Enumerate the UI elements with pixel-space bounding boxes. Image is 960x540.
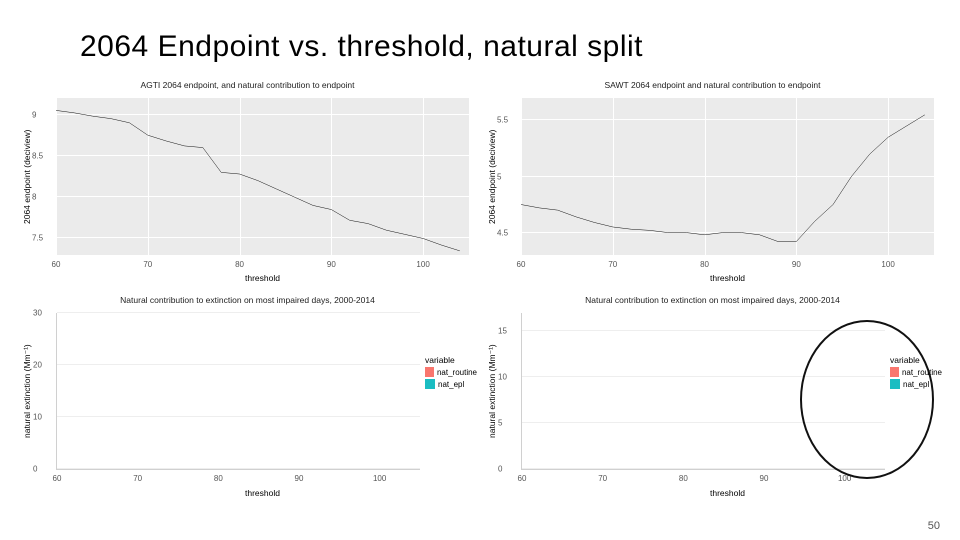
y-axis-label: natural extinction (Mm⁻¹) xyxy=(22,313,32,470)
x-axis-label: threshold xyxy=(56,488,469,498)
legend-title: variable xyxy=(425,355,477,365)
slide-root: 2064 Endpoint vs. threshold, natural spl… xyxy=(0,0,960,540)
x-axis-label: threshold xyxy=(56,273,469,283)
legend-item: nat_epl xyxy=(425,379,477,389)
swatch-icon xyxy=(425,367,434,377)
legend-label: nat_routine xyxy=(437,368,477,377)
page-number: 50 xyxy=(928,520,940,532)
swatch-icon xyxy=(425,379,435,389)
plot-area: 607080901007.588.59 xyxy=(56,98,469,255)
chart-grid: AGTI 2064 endpoint, and natural contribu… xyxy=(20,80,940,500)
x-axis-label: threshold xyxy=(521,273,934,283)
panel-title: AGTI 2064 endpoint, and natural contribu… xyxy=(20,80,475,90)
y-axis-label: 2064 endpoint (deciview) xyxy=(487,98,497,255)
panel-tl: AGTI 2064 endpoint, and natural contribu… xyxy=(20,80,475,285)
panel-tr: SAWT 2064 endpoint and natural contribut… xyxy=(485,80,940,285)
panel-title: Natural contribution to extinction on mo… xyxy=(485,295,940,305)
panel-br: Natural contribution to extinction on mo… xyxy=(485,295,940,500)
panel-bl: Natural contribution to extinction on mo… xyxy=(20,295,475,500)
y-axis-label: 2064 endpoint (deciview) xyxy=(22,98,32,255)
y-axis-label: natural extinction (Mm⁻¹) xyxy=(487,313,497,470)
plot-area: 607080901004.555.5 xyxy=(521,98,934,255)
legend-label: nat_epl xyxy=(438,380,464,389)
legend-item: nat_routine xyxy=(425,367,477,377)
panel-title: Natural contribution to extinction on mo… xyxy=(20,295,475,305)
slide-title: 2064 Endpoint vs. threshold, natural spl… xyxy=(80,30,643,64)
x-axis-label: threshold xyxy=(521,488,934,498)
plot-area: 607080901000102030 xyxy=(56,313,420,470)
annotation-circle xyxy=(800,320,934,479)
panel-title: SAWT 2064 endpoint and natural contribut… xyxy=(485,80,940,90)
legend: variable nat_routine nat_epl xyxy=(425,355,477,391)
